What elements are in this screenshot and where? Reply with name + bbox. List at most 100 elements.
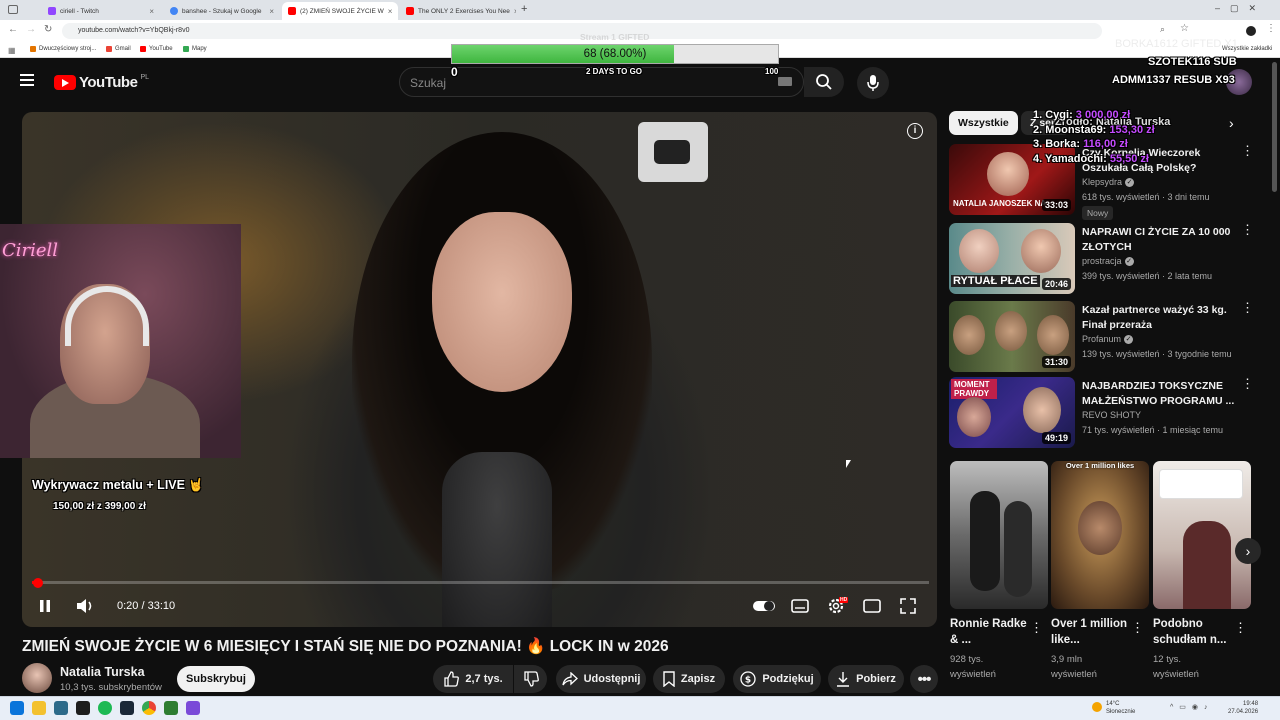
dislike-button[interactable] (514, 665, 547, 693)
leader-name: 2. Moonsta69: (1033, 123, 1107, 136)
back-icon[interactable]: ← (8, 24, 18, 35)
theater-mode-button[interactable] (861, 595, 883, 617)
progress-bar[interactable] (32, 581, 929, 584)
recommendation-item[interactable]: RYTUAŁ PŁACE 20:46 NAPRAWI CI ŻYCIE ZA 1… (949, 223, 1269, 295)
app-icon[interactable] (186, 701, 200, 715)
video-duration: 31:30 (1041, 356, 1071, 368)
tab-title: (2) ZMIEŃ SWOJE ŻYCIE W (300, 7, 384, 15)
share-button[interactable]: Udostępnij (556, 665, 646, 693)
short-thumbnail[interactable] (950, 461, 1048, 609)
browser-tab[interactable]: ciriell - Twitch × (42, 2, 160, 20)
scrubber-handle[interactable] (33, 578, 43, 588)
video-thumbnail[interactable]: MOMENT PRAWDY 49:19 (949, 377, 1075, 448)
like-button[interactable]: 2,7 tys. (433, 665, 513, 693)
zoom-icon[interactable]: ⌕ (1160, 24, 1165, 35)
region-code: PL (140, 74, 149, 81)
autoplay-toggle[interactable] (751, 595, 777, 617)
tab-menu-icon[interactable] (8, 5, 18, 14)
thumbs-up-icon (444, 671, 460, 687)
save-button[interactable]: Zapisz (653, 665, 725, 693)
tray-icons[interactable]: ^▭◉♪ (1170, 703, 1214, 711)
browser-tab-active[interactable]: (2) ZMIEŃ SWOJE ŻYCIE W × (282, 2, 398, 20)
thanks-button[interactable]: $ Podziękuj (733, 665, 821, 693)
video-duration: 33:03 (1041, 199, 1071, 211)
download-button[interactable]: Pobierz (828, 665, 904, 693)
bookmark-item[interactable]: Dwuczęściowy stroj... (30, 46, 96, 52)
more-vertical-icon[interactable]: ⋮ (1234, 620, 1247, 636)
donation-leaderboard: 1. Cygi: 3 000,00 zł 2. Moonsta69: 153,3… (1033, 108, 1203, 166)
save-label: Zapisz (680, 673, 716, 685)
info-icon[interactable]: i (907, 123, 923, 139)
more-vertical-icon[interactable]: ⋮ (1241, 223, 1254, 243)
short-meta: 928 tys. wyświetleń (950, 652, 1040, 682)
bookmark-item[interactable]: Mapy (183, 46, 207, 52)
more-vertical-icon[interactable]: ⋮ (1241, 377, 1254, 397)
recommendation-channel[interactable]: REVO SHOTY (1082, 410, 1141, 420)
subscribe-button[interactable]: Subskrybuj (177, 666, 255, 692)
recommendation-channel[interactable]: prostracja ✓ (1082, 256, 1134, 266)
search-button[interactable] (804, 67, 844, 97)
channel-avatar[interactable] (22, 663, 52, 693)
fullscreen-button[interactable] (897, 595, 919, 617)
steam-icon[interactable] (120, 701, 134, 715)
apps-grid-icon[interactable]: ▦ (8, 46, 16, 55)
recommendation-channel[interactable]: Profanum ✓ (1082, 334, 1134, 344)
close-icon[interactable]: × (269, 7, 274, 16)
chip-all[interactable]: Wszystkie (949, 111, 1018, 135)
more-vertical-icon[interactable]: ⋮ (1131, 620, 1144, 636)
short-views-label: wyświetleń (950, 669, 996, 680)
verified-icon: ✓ (1125, 177, 1135, 187)
youtube-logo[interactable]: YouTube PL (54, 74, 149, 91)
weather-widget[interactable]: 14°C Słonecznie (1106, 700, 1135, 716)
short-views: 12 tys. (1153, 654, 1181, 665)
bookmark-item[interactable]: YouTube (140, 46, 173, 52)
app-icon[interactable] (164, 701, 178, 715)
browser-menu-icon[interactable]: ⋮ (1266, 23, 1276, 34)
app-icon[interactable] (76, 701, 90, 715)
channel-name[interactable]: Natalia Turska (60, 665, 145, 679)
bookmark-star-icon[interactable]: ☆ (1180, 23, 1189, 34)
close-icon[interactable]: × (149, 7, 154, 16)
browser-tab[interactable]: The ONLY 2 Exercises You Nee × (400, 2, 516, 20)
close-icon[interactable]: × (388, 7, 393, 16)
recommendation-item[interactable]: 31:30 Kazał partnerce ważyć 33 kg. Finał… (949, 301, 1269, 373)
new-tab-button[interactable]: + (521, 3, 527, 15)
settings-button[interactable]: HD (825, 595, 849, 617)
app-icon[interactable] (54, 701, 68, 715)
reload-icon[interactable]: ↻ (44, 24, 52, 35)
scrollbar-thumb[interactable] (1272, 62, 1277, 192)
pause-button[interactable] (34, 595, 56, 617)
thumb-face (1078, 501, 1122, 555)
more-vertical-icon[interactable]: ⋮ (1241, 301, 1254, 321)
comment-bubble (1159, 469, 1243, 499)
video-thumbnail[interactable]: 31:30 (949, 301, 1075, 372)
short-thumbnail[interactable]: Over 1 million likes (1051, 461, 1149, 609)
voice-search-button[interactable] (857, 67, 889, 99)
video-thumbnail[interactable]: RYTUAŁ PŁACE 20:46 (949, 223, 1075, 294)
windows-start-icon[interactable] (10, 701, 24, 715)
spotify-icon[interactable] (98, 701, 112, 715)
browser-tab[interactable]: banshee - Szukaj w Google × (164, 2, 280, 20)
volume-button[interactable] (74, 595, 96, 617)
recommendation-channel[interactable]: Klepsydra ✓ (1082, 177, 1135, 187)
more-vertical-icon[interactable]: ⋮ (1030, 620, 1043, 636)
chevron-right-icon[interactable]: › (1229, 115, 1234, 131)
chrome-icon[interactable] (142, 701, 156, 715)
forward-icon[interactable]: → (26, 24, 36, 35)
more-actions-button[interactable]: ••• (910, 665, 938, 693)
file-explorer-icon[interactable] (32, 701, 46, 715)
keyboard-icon[interactable] (778, 77, 792, 86)
bookmark-item[interactable]: Gmail (106, 46, 131, 52)
hamburger-menu-icon[interactable] (20, 74, 34, 86)
subtitles-button[interactable] (789, 595, 811, 617)
thanks-label: Podziękuj (762, 673, 814, 685)
more-vertical-icon[interactable]: ⋮ (1241, 144, 1254, 164)
window-controls[interactable]: –▢✕ (1215, 3, 1266, 14)
hd-badge: HD (839, 597, 849, 603)
shorts-next-button[interactable]: › (1235, 538, 1261, 564)
short-thumbnail[interactable] (1153, 461, 1251, 609)
clock[interactable]: 19:48 27.04.2026 (1228, 700, 1258, 716)
close-icon[interactable]: × (514, 7, 516, 16)
profile-avatar[interactable] (1246, 26, 1256, 36)
recommendation-item[interactable]: MOMENT PRAWDY 49:19 NAJBARDZIEJ TOKSYCZN… (949, 377, 1269, 449)
